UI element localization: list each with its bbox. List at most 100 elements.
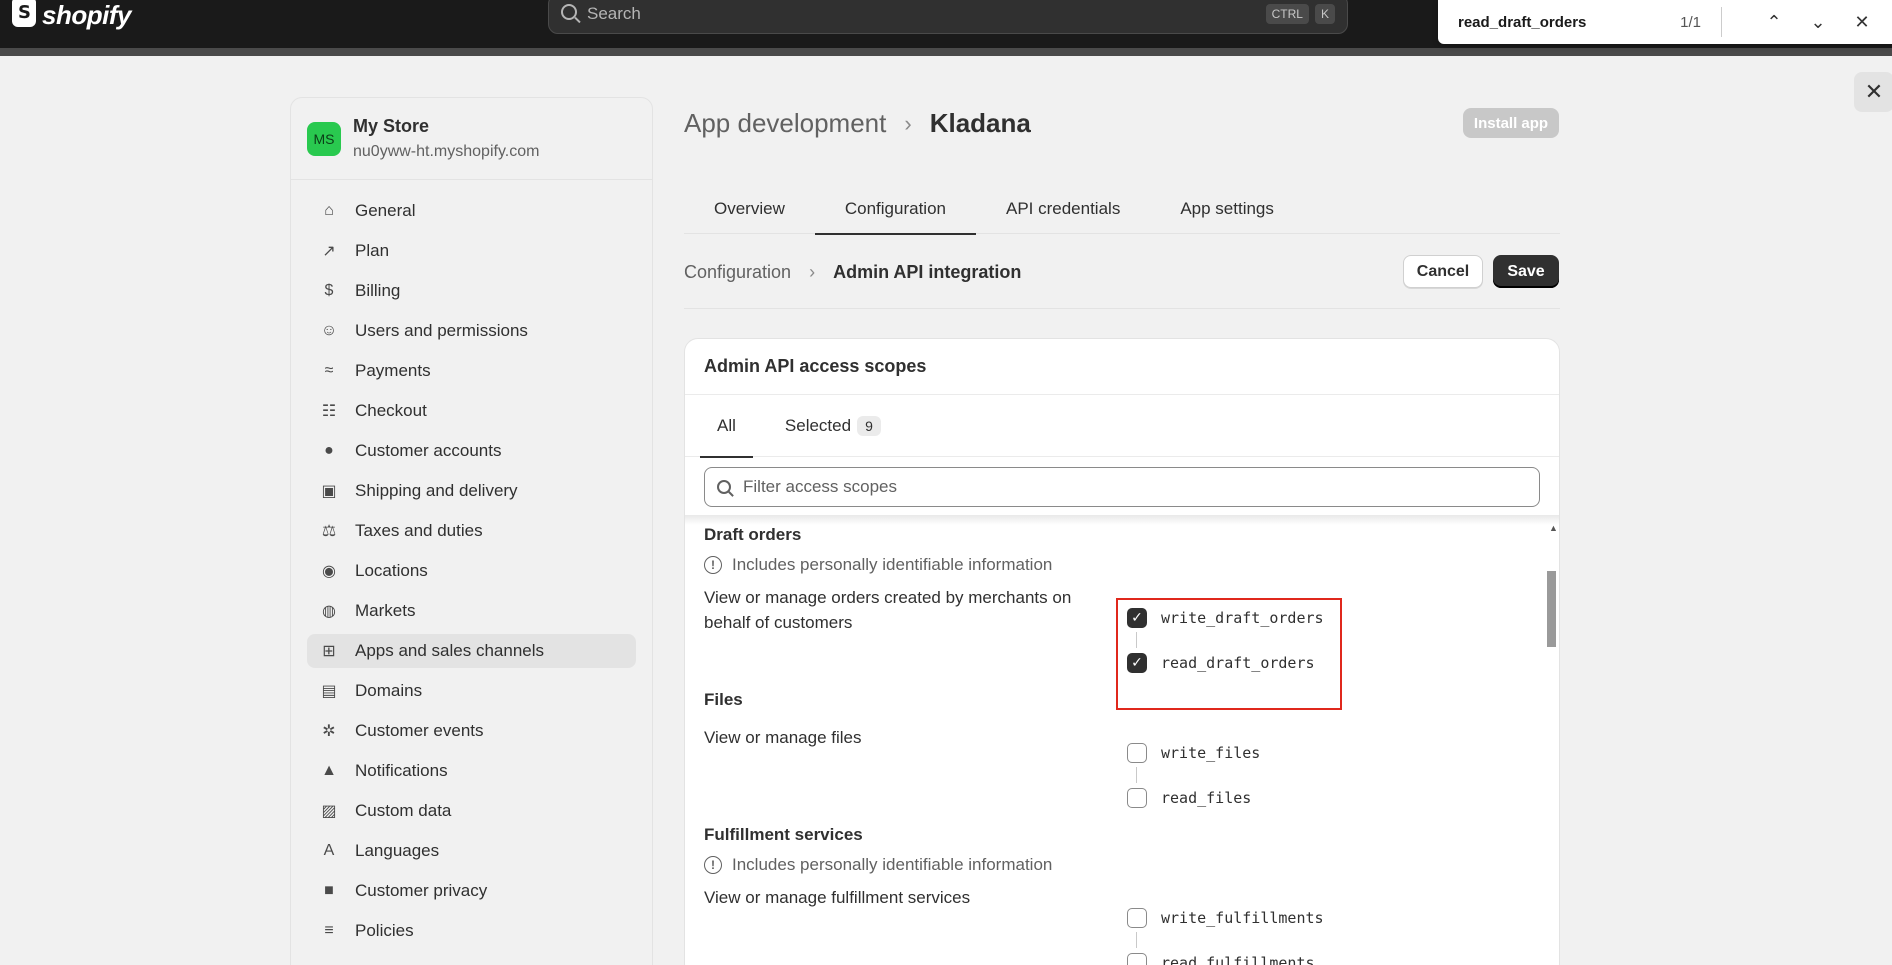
section-title: Draft orders	[704, 525, 802, 544]
sidebar-item-shipping-and-delivery[interactable]: ▣ Shipping and delivery	[307, 474, 636, 508]
tab-configuration[interactable]: Configuration	[814, 184, 977, 235]
scope-label: write_draft_orders	[1161, 609, 1324, 627]
sidebar-item-custom-data[interactable]: ▨ Custom data	[307, 794, 636, 828]
shortcut-k-key: K	[1314, 4, 1335, 24]
sidebar-item-policies[interactable]: ≡ Policies	[307, 914, 636, 948]
sidebar-item-languages[interactable]: A Languages	[307, 834, 636, 868]
tab-selected-label: Selected	[784, 416, 852, 435]
payments-icon: ≈	[324, 362, 334, 379]
sidebar-item-billing[interactable]: $ Billing	[307, 274, 636, 308]
save-button[interactable]: Save	[1493, 255, 1559, 288]
globe-icon: ◍	[322, 603, 336, 620]
language-icon: A	[323, 842, 335, 859]
find-input[interactable]: read_draft_orders	[1458, 14, 1680, 31]
shopify-bag-icon	[12, 0, 36, 27]
truck-icon: ▣	[321, 483, 337, 500]
find-previous-button[interactable]: ⌃	[1764, 12, 1784, 33]
settings-sidebar: MS My Store nu0yww-ht.myshopify.com ⌂ Gen…	[290, 97, 653, 965]
scope-list: Draft orders ! Includes personally ident…	[685, 525, 1559, 965]
sidebar-item-plan[interactable]: ↗ Plan	[307, 234, 636, 268]
pii-text: Includes personally identifiable informa…	[732, 555, 1053, 574]
scope-write-fulfillments[interactable]: write_fulfillments	[1127, 908, 1324, 928]
cart-icon: ☷	[321, 403, 337, 420]
find-close-button[interactable]: ✕	[1852, 12, 1872, 33]
global-search-input[interactable]: Search CTRL K	[548, 0, 1348, 34]
scrollbar-thumb[interactable]	[1547, 571, 1556, 647]
breadcrumb-app-development[interactable]: App development	[684, 108, 886, 139]
scroll-up-arrow-icon[interactable]: ▲	[1549, 523, 1558, 533]
sidebar-item-domains[interactable]: ▤ Domains	[307, 674, 636, 708]
billing-icon: $	[324, 282, 334, 299]
pii-notice: ! Includes personally identifiable infor…	[704, 555, 1524, 575]
scope-read-files[interactable]: read_files	[1127, 788, 1251, 808]
sidebar-item-payments[interactable]: ≈ Payments	[307, 354, 636, 388]
policies-icon: ≡	[324, 922, 334, 939]
sidebar-item-locations[interactable]: ◉ Locations	[307, 554, 636, 588]
page-breadcrumb: App development › Kladana	[684, 108, 1031, 139]
sidebar-item-label: Policies	[355, 921, 414, 940]
sidebar-item-users-and-permissions[interactable]: ☺ Users and permissions	[307, 314, 636, 348]
checkbox-icon[interactable]	[1127, 788, 1147, 808]
section-description: View or manage orders created by merchan…	[704, 588, 1072, 632]
store-name: My Store	[353, 116, 430, 136]
cancel-button[interactable]: Cancel	[1403, 255, 1483, 288]
scope-write-draft-orders[interactable]: ✓ write_draft_orders	[1127, 608, 1324, 628]
checkbox-icon[interactable]	[1127, 743, 1147, 763]
sidebar-item-label: Domains	[355, 681, 423, 700]
filter-placeholder: Filter access scopes	[743, 477, 897, 496]
scope-write-files[interactable]: write_files	[1127, 743, 1260, 763]
sidebar-item-label: Plan	[355, 241, 390, 260]
sidebar-item-apps-and-sales-channels[interactable]: ⊞ Apps and sales channels	[307, 634, 636, 668]
checkbox-icon[interactable]	[1127, 953, 1147, 965]
pii-text: Includes personally identifiable informa…	[732, 855, 1053, 874]
scope-label: write_fulfillments	[1161, 909, 1324, 927]
scope-connector	[1136, 767, 1137, 783]
close-settings-button[interactable]: ✕	[1854, 72, 1892, 112]
checkbox-icon[interactable]	[1127, 908, 1147, 928]
sidebar-item-general[interactable]: ⌂ General	[307, 194, 636, 228]
bell-icon: ▲	[321, 762, 337, 779]
sidebar-item-customer-accounts[interactable]: ● Customer accounts	[307, 434, 636, 468]
breadcrumb-configuration[interactable]: Configuration	[684, 262, 791, 283]
checkbox-checked-icon[interactable]: ✓	[1127, 608, 1147, 628]
plan-icon: ↗	[322, 243, 336, 260]
person-icon: ●	[324, 442, 334, 459]
chevron-right-icon: ›	[809, 261, 816, 282]
pii-notice: ! Includes personally identifiable infor…	[704, 855, 1524, 875]
scope-read-draft-orders[interactable]: ✓ read_draft_orders	[1127, 653, 1315, 673]
shopify-logo[interactable]: shopify	[12, 0, 131, 30]
scope-tabs: All Selected 9	[685, 395, 1559, 458]
store-icon: ⌂	[324, 202, 334, 219]
tab-app-settings[interactable]: App settings	[1150, 184, 1304, 234]
sidebar-item-notifications[interactable]: ▲ Notifications	[307, 754, 636, 788]
store-switcher[interactable]: MS My Store nu0yww-ht.myshopify.com	[291, 98, 652, 180]
sidebar-item-label: General	[355, 201, 416, 220]
tab-overview[interactable]: Overview	[684, 184, 815, 234]
search-icon	[717, 480, 731, 494]
sidebar-item-label: Shipping and delivery	[355, 481, 518, 500]
tab-selected[interactable]: Selected 9	[768, 395, 898, 457]
scope-label: read_draft_orders	[1161, 654, 1315, 672]
info-icon: !	[704, 556, 722, 574]
sidebar-item-customer-privacy[interactable]: ■ Customer privacy	[307, 874, 636, 908]
section-fulfillment-services: Fulfillment services ! Includes personal…	[704, 825, 1524, 875]
sidebar-item-markets[interactable]: ◍ Markets	[307, 594, 636, 628]
install-app-button[interactable]: Install app	[1463, 108, 1559, 138]
tab-all[interactable]: All	[700, 395, 753, 458]
filter-scopes-input[interactable]: Filter access scopes	[704, 467, 1540, 507]
sidebar-nav: ⌂ General ↗ Plan $ Billing ☺ Users and permissi…	[291, 180, 652, 948]
sidebar-item-label: Taxes and duties	[355, 521, 483, 540]
info-icon: !	[704, 856, 722, 874]
users-icon: ☺	[320, 322, 338, 339]
section-files: Files	[704, 690, 1524, 710]
sidebar-item-label: Languages	[355, 841, 440, 860]
section-description: View or manage fulfillment services	[704, 888, 971, 907]
scope-read-fulfillments[interactable]: read_fulfillments	[1127, 953, 1315, 965]
checkbox-checked-icon[interactable]: ✓	[1127, 653, 1147, 673]
sidebar-item-customer-events[interactable]: ✲ Customer events	[307, 714, 636, 748]
app-tabs: Overview Configuration API credentials App …	[684, 184, 1560, 235]
find-next-button[interactable]: ⌄	[1808, 12, 1828, 33]
sidebar-item-taxes-and-duties[interactable]: ⚖ Taxes and duties	[307, 514, 636, 548]
tab-api-credentials[interactable]: API credentials	[976, 184, 1150, 234]
sidebar-item-checkout[interactable]: ☷ Checkout	[307, 394, 636, 428]
